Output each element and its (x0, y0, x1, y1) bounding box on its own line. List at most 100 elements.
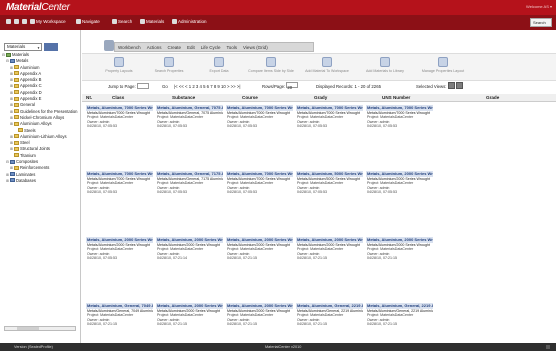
folder-icon (6, 52, 11, 57)
folder-icon (14, 96, 19, 101)
tab-create[interactable]: Create (164, 43, 184, 52)
toolbar-button-export-data[interactable]: Export Data (194, 57, 244, 73)
toolbar-icon (438, 57, 448, 67)
folder-icon (14, 153, 19, 158)
result-card[interactable]: Metals, Aluminium, 7000 Series WroughtMe… (366, 105, 433, 167)
menu-item-label: Materials (146, 19, 165, 24)
tree-node-label: Appendix E (20, 96, 42, 102)
tree-node-label: Guidelines for the Presentation (20, 108, 78, 114)
result-card[interactable]: Metals, Aluminium, 7000 Series WroughtMe… (296, 105, 363, 167)
column-header-class[interactable]: Class (112, 94, 124, 102)
user-menu[interactable]: Welcome AS ▾ (526, 4, 552, 9)
displayed-records: Displayed Records: 1 - 20 of 2265 (316, 84, 381, 89)
folder-icon (14, 146, 19, 151)
menu-item-navigate[interactable]: Navigate (76, 19, 100, 24)
toolbar-button-label: Add Material To Workspace (305, 69, 349, 73)
tree-node-label: Aluminium Alloys (20, 121, 52, 127)
search-button[interactable]: Search (530, 18, 552, 27)
column-header-course[interactable]: Course (242, 94, 258, 102)
folder-icon (10, 172, 15, 177)
status-icon (546, 345, 550, 349)
result-card[interactable]: Metals, Aluminium, 7000 Series WroughtMe… (226, 171, 293, 233)
menu-item-back[interactable] (6, 19, 12, 24)
menu-item-materials[interactable]: Materials (140, 19, 164, 24)
result-card-date: 04/28/10, 07:21:15 (297, 255, 327, 260)
column-header-uns-number[interactable]: UNS Number (382, 94, 410, 102)
toolbar-icon (322, 57, 332, 67)
toolbar-button-label: Compare Items Side by Side (248, 69, 294, 73)
go-button[interactable] (44, 43, 58, 51)
tree-node-label: Structural Joints (20, 146, 51, 152)
toolbar-button-add-materials-to-library[interactable]: Add Materials to Library (360, 57, 410, 73)
toolbar-button-manage-properties-layout[interactable]: Manage Properties Layout (418, 57, 468, 73)
folder-icon (14, 83, 19, 88)
menu-item-my-workspace[interactable]: My Workspace (30, 19, 66, 24)
result-card[interactable]: Metals, Aluminium, 2000 Series WroughtMe… (86, 237, 153, 299)
ribbon-toolbar: Property Layouts Search Properties Export … (82, 53, 556, 81)
menu-item-home[interactable] (22, 19, 28, 24)
chevron-down-icon: ▼ (37, 46, 40, 50)
result-card[interactable]: Metals, Aluminium, 5000 Series WroughtMe… (296, 171, 363, 233)
horizontal-scrollbar[interactable] (4, 326, 76, 331)
folder-icon (10, 178, 15, 183)
rows-per-page-select[interactable]: 20 (286, 82, 299, 90)
toolbar-button-property-layouts[interactable]: Property Layouts (94, 57, 144, 73)
toolbar-button-compare-items-side-by-side[interactable]: Compare Items Side by Side (246, 57, 296, 73)
toolbar-button-label: Export Data (209, 69, 229, 73)
tree-root-select[interactable]: Materials ▼ (4, 43, 42, 51)
folder-icon (14, 121, 19, 126)
column-header-grady[interactable]: Grady (314, 94, 327, 102)
result-card[interactable]: Metals, Aluminium, 7000 Series WroughtMe… (86, 171, 153, 233)
tab-workbench[interactable]: Workbench (115, 43, 144, 52)
tree-node-label: Appendix D (20, 89, 42, 95)
result-card[interactable]: Metals, Aluminium, 2000 Series WroughtMe… (226, 237, 293, 299)
toolbar-button-label: Property Layouts (105, 69, 133, 73)
result-card-date: 04/28/10, 07:05:53 (87, 255, 117, 260)
toolbar-button-search-properties[interactable]: Search Properties (144, 57, 194, 73)
column-header-grade[interactable]: Grade (486, 94, 499, 102)
result-card[interactable]: Metals, Aluminium, 2000 Series WroughtMe… (296, 237, 363, 299)
menu-item-forward[interactable] (14, 19, 20, 24)
page-input[interactable] (136, 83, 149, 89)
column-header-nt[interactable]: Nt. (86, 94, 92, 102)
selected-views: Selected Views: (416, 82, 463, 92)
tab-views-grid[interactable]: Views (Grid) (240, 43, 271, 52)
menu-item-label: Search (118, 19, 133, 24)
page-links[interactable]: |< << < 1 2 3 4 5 6 7 8 9 10 > >> >| (174, 82, 241, 92)
ribbon-tabs: Workbench Actions Create Edit Life Cycle Tool… (114, 42, 314, 52)
menu-item-administration[interactable]: Administration (172, 19, 207, 24)
grid-view-button[interactable] (455, 82, 463, 89)
result-card[interactable]: Metals, Aluminium, 7000 Series WroughtMe… (226, 105, 293, 167)
list-view-button[interactable] (447, 82, 455, 89)
result-card[interactable]: Metals, Aluminium, 7000 Series WroughtMe… (86, 105, 153, 167)
result-card-date: 04/28/10, 07:21:15 (87, 321, 117, 326)
result-card[interactable]: Metals, Aluminium, 2000 Series WroughtMe… (366, 171, 433, 233)
tree-node-label: Reinforcements (20, 165, 50, 171)
menu-item-search[interactable]: Search (112, 19, 132, 24)
back-icon (6, 19, 11, 24)
result-card-date: 04/28/10, 07:05:53 (367, 189, 397, 194)
folder-icon (14, 165, 19, 170)
status-left: Version (SealedProfile) (14, 345, 53, 349)
tree-node[interactable]: ⊞ Databases (2, 178, 80, 184)
column-header-substance[interactable]: Substance (172, 94, 195, 102)
tab-actions[interactable]: Actions (144, 43, 165, 52)
tab-life-cycle[interactable]: Life Cycle (198, 43, 224, 52)
result-card-date: 04/28/10, 07:05:53 (367, 123, 397, 128)
result-card[interactable]: Metals, Aluminium, General, 7075 Alumini… (156, 105, 223, 167)
tree-node-label: Nickel-Chromium Alloys (20, 114, 65, 120)
result-card[interactable]: Metals, Aluminium, General, 7175 Alumini… (156, 171, 223, 233)
tree-node-label: Materials (12, 52, 29, 57)
go-link[interactable]: Go (162, 82, 168, 92)
result-card-date: 04/28/10, 07:21:15 (367, 321, 397, 326)
scroll-thumb[interactable] (17, 327, 39, 330)
tab-edit[interactable]: Edit (184, 43, 198, 52)
result-card[interactable]: Metals, Aluminium, 2000 Series WroughtMe… (156, 237, 223, 299)
result-card[interactable]: Metals, Aluminium, 2000 Series WroughtMe… (366, 237, 433, 299)
folder-icon (14, 71, 19, 76)
toolbar-button-add-material-to-workspace[interactable]: Add Material To Workspace (302, 57, 352, 73)
tab-tools[interactable]: Tools (224, 43, 241, 52)
jump-to-page: Jump to Page: (108, 82, 149, 92)
tree-node-label: Steel (20, 140, 30, 146)
sidebar: Materials ▼ ⊟ Materials ⊟ Metals ⊞ Aluminium ⊞ A… (0, 30, 81, 343)
